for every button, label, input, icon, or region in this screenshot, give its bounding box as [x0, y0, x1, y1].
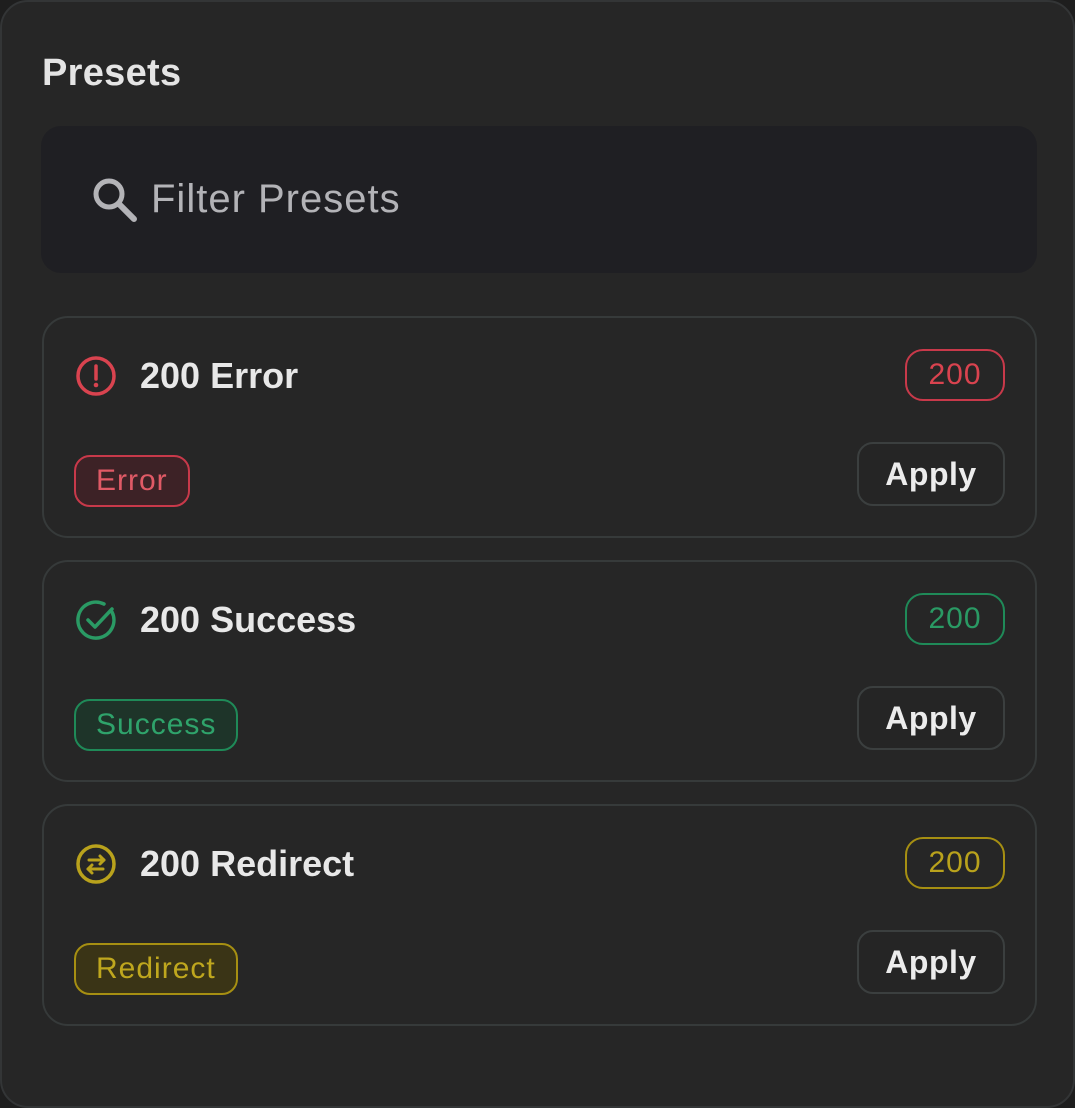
preset-title: 200 Redirect [140, 843, 355, 884]
preset-card-redirect: 200 Redirect 200 Redirect Apply [42, 804, 1037, 1026]
status-tag: Error [74, 455, 190, 507]
preset-title: 200 Error [140, 355, 299, 396]
preset-card-success: 200 Success 200 Success Apply [42, 560, 1037, 782]
preset-title: 200 Success [140, 599, 357, 640]
filter-presets-input[interactable] [151, 159, 1037, 240]
check-circle-icon [74, 598, 118, 642]
preset-card-error: 200 Error 200 Error Apply [42, 316, 1037, 538]
search-bar[interactable] [41, 126, 1037, 273]
apply-button[interactable]: Apply [857, 930, 1005, 994]
search-icon [89, 174, 141, 226]
status-code-badge: 200 [905, 593, 1005, 645]
status-tag: Success [74, 699, 239, 751]
panel-title: Presets [42, 52, 182, 94]
presets-panel: Presets 200 Error 200 Error Apply [0, 0, 1075, 1108]
apply-button[interactable]: Apply [857, 442, 1005, 506]
apply-button[interactable]: Apply [857, 686, 1005, 750]
redirect-arrows-icon [74, 842, 118, 886]
status-code-badge: 200 [905, 837, 1005, 889]
status-tag: Redirect [74, 943, 238, 995]
status-code-badge: 200 [905, 349, 1005, 401]
alert-circle-icon [74, 354, 118, 398]
